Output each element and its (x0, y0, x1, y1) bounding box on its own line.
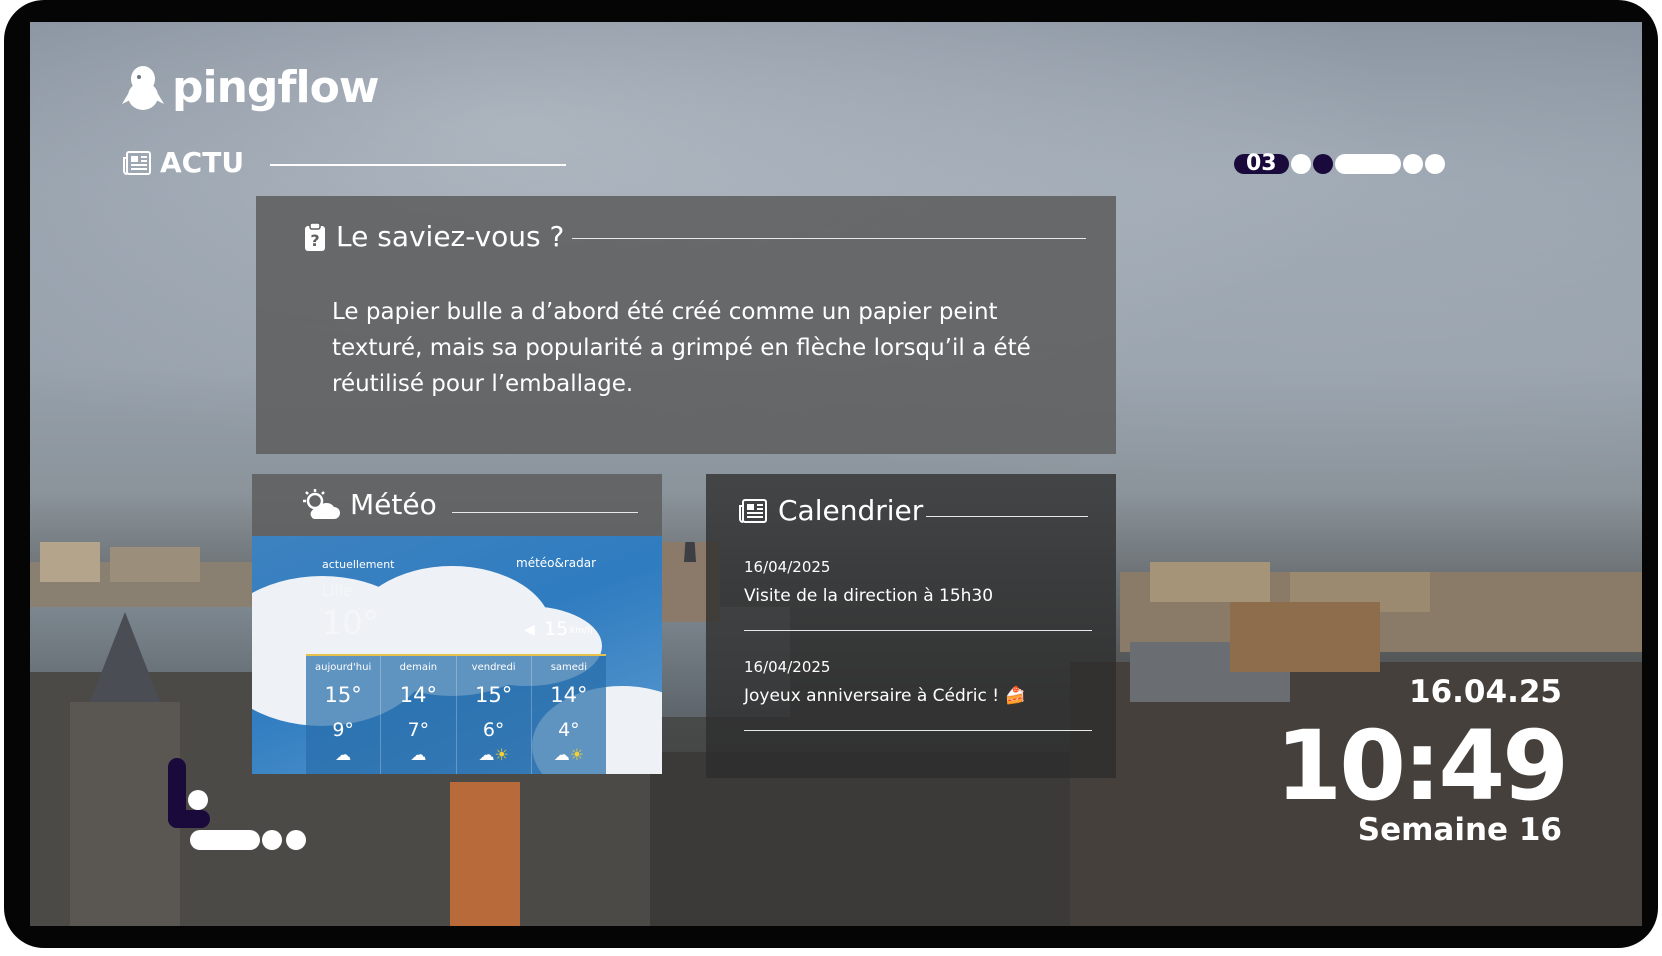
calendar-card-divider (926, 516, 1088, 517)
weather-wind: 15 (544, 618, 569, 640)
calendar-card: Calendrier 16/04/2025 Visite de la direc… (706, 474, 1116, 778)
page-dot (1290, 154, 1311, 174)
calendar-icon (739, 498, 767, 523)
clock-week: Semaine 16 (1357, 812, 1562, 848)
weather-wind-unit: km/h (570, 626, 593, 636)
clock-date: 16.04.25 (1409, 674, 1562, 710)
fact-text: Le papier bulle a d’abord été créé comme… (332, 299, 1031, 397)
weather-provider: météo&radar (516, 556, 597, 570)
clipboard-question-icon: ? (305, 221, 325, 251)
forecast-day: aujourd'hui 15° 9° ☁ (306, 656, 382, 774)
section-header: ACTU (122, 146, 244, 179)
fact-card-divider (572, 238, 1086, 239)
weather-city: Lille (322, 582, 353, 600)
cloud-icon: ☁ (335, 745, 352, 764)
brand-logo: pingflow (122, 62, 379, 113)
penguin-icon (122, 65, 164, 110)
event-title: Joyeux anniversaire à Cédric ! 🍰 (744, 686, 1026, 706)
signage-screen: pingflow ACTU 03 ? Le saviez-vous ? Le p… (30, 22, 1642, 926)
weather-widget: actuellement météo&radar Lille 10° ◀ 15 … (252, 536, 662, 774)
event-date: 16/04/2025 (744, 558, 831, 576)
fact-card-header: ? Le saviez-vous ? (304, 220, 564, 253)
meteo-card-header: Météo (302, 488, 437, 521)
sun-cloud-icon: ☁☀ (478, 745, 509, 764)
meteo-card: Météo actuellement météo&radar Lille 10°… (252, 474, 662, 774)
forecast-day: demain 14° 7° ☁ (381, 656, 457, 774)
calendar-card-title: Calendrier (778, 494, 924, 527)
page-dot (1402, 154, 1423, 174)
event-divider (744, 730, 1092, 731)
brand-name: pingflow (172, 62, 379, 113)
fact-card: ? Le saviez-vous ? Le papier bulle a d’a… (256, 196, 1116, 454)
brand-mark-decoration (168, 758, 306, 850)
section-title: ACTU (160, 146, 245, 179)
clock-time: 10:49 (1275, 710, 1569, 822)
weather-now-label: actuellement (322, 558, 395, 571)
section-divider (270, 164, 566, 166)
page-indicator: 03 (1234, 152, 1445, 176)
forecast-day: samedi 14° 4° ☁☀ (532, 656, 606, 774)
calendar-card-header: Calendrier (738, 494, 923, 527)
sun-cloud-icon (303, 488, 340, 519)
forecast-day: vendredi 15° 6° ☁☀ (457, 656, 532, 774)
svg-text:?: ? (310, 231, 319, 250)
newspaper-icon (123, 150, 151, 175)
meteo-card-divider (452, 512, 638, 513)
event-divider (744, 630, 1092, 631)
sun-cloud-icon: ☁☀ (553, 745, 585, 764)
weather-forecast: aujourd'hui 15° 9° ☁ demain 14° 7° ☁ ven… (306, 654, 606, 774)
page-dot (1312, 154, 1333, 174)
page-dot (1334, 154, 1401, 174)
page-indicator-current: 03 (1234, 153, 1289, 175)
weather-temperature: 10° (322, 604, 379, 642)
wind-arrow-icon: ◀ (524, 622, 535, 638)
event-title: Visite de la direction à 15h30 (744, 586, 994, 606)
display-frame: pingflow ACTU 03 ? Le saviez-vous ? Le p… (4, 0, 1658, 948)
event-date: 16/04/2025 (744, 658, 831, 676)
cloud-icon: ☁ (410, 745, 427, 764)
meteo-card-title: Météo (350, 488, 437, 521)
page-dot (1424, 154, 1445, 174)
fact-card-title: Le saviez-vous ? (336, 220, 565, 253)
